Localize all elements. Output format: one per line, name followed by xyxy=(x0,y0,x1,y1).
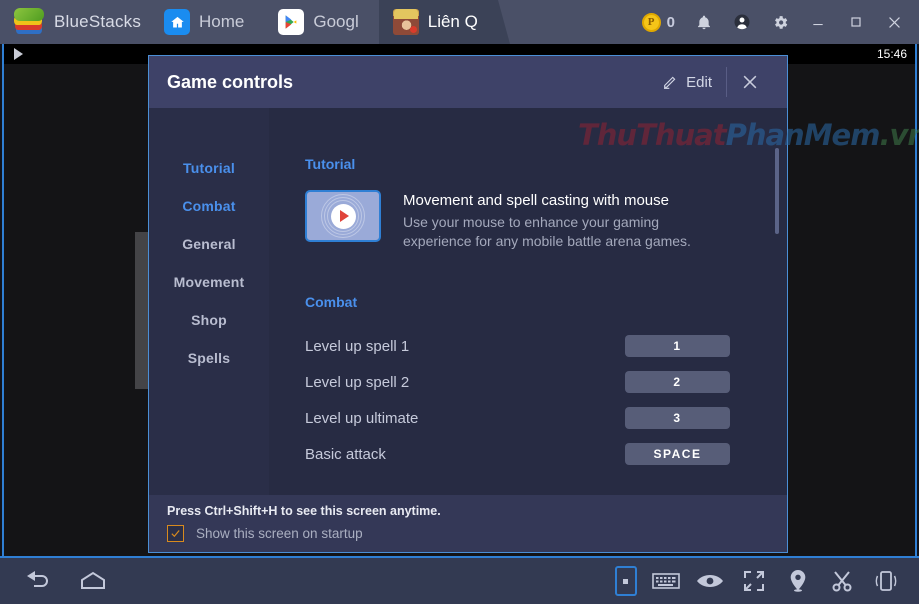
control-row: Level up ultimate 3 xyxy=(305,400,787,436)
keyboard-icon[interactable] xyxy=(651,566,681,596)
bell-icon[interactable] xyxy=(685,0,723,44)
navigation-buttons xyxy=(0,566,108,596)
edit-button-label: Edit xyxy=(686,74,712,91)
minimize-icon[interactable] xyxy=(799,0,837,44)
sidebar-item-general[interactable]: General xyxy=(182,236,236,252)
tab-lien-quan[interactable]: Liên Q xyxy=(379,0,498,44)
play-store-notification-icon xyxy=(14,48,23,60)
fullscreen-icon[interactable] xyxy=(739,566,769,596)
control-label: Level up spell 2 xyxy=(305,374,625,391)
game-thumbnail-icon xyxy=(393,9,419,35)
pencil-icon xyxy=(662,74,678,90)
points-indicator[interactable]: P 0 xyxy=(636,13,685,32)
startup-checkbox-row[interactable]: Show this screen on startup xyxy=(167,525,787,542)
dialog-content: Tutorial Movement and spell casting with… xyxy=(269,108,787,495)
maximize-icon[interactable] xyxy=(837,0,875,44)
sidebar-item-shop[interactable]: Shop xyxy=(191,312,227,328)
tutorial-row: Movement and spell casting with mouse Us… xyxy=(305,190,787,251)
control-label: Level up ultimate xyxy=(305,410,625,427)
brand-area: BlueStacks xyxy=(0,0,150,44)
dialog-close-button[interactable] xyxy=(727,65,773,99)
control-row: Level up spell 2 2 xyxy=(305,364,787,400)
keybind-button[interactable]: SPACE xyxy=(625,443,730,465)
tab-strip: Home Googl Liên Q xyxy=(150,0,498,44)
control-row: Basic attack SPACE xyxy=(305,436,787,472)
coin-count: 0 xyxy=(667,14,675,31)
play-button-icon xyxy=(331,204,356,229)
dialog-header-actions: Edit xyxy=(648,65,773,99)
device-portrait-icon[interactable] xyxy=(615,566,637,596)
tutorial-section-title: Tutorial xyxy=(305,156,787,172)
brand-label: BlueStacks xyxy=(54,12,141,32)
dialog-body: Tutorial Combat General Movement Shop Sp… xyxy=(149,108,787,495)
sidebar-item-combat[interactable]: Combat xyxy=(182,198,235,214)
tab-google-play-label: Googl xyxy=(313,12,358,32)
keybind-button[interactable]: 3 xyxy=(625,407,730,429)
control-label: Level up spell 1 xyxy=(305,338,625,355)
tool-buttons xyxy=(615,566,919,596)
tab-home[interactable]: Home xyxy=(150,0,264,44)
edit-button[interactable]: Edit xyxy=(648,65,726,99)
tab-google-play[interactable]: Googl xyxy=(264,0,378,44)
scrollbar-thumb[interactable] xyxy=(775,148,779,234)
keybind-button[interactable]: 1 xyxy=(625,335,730,357)
combat-section: Combat Level up spell 1 1 Level up spell… xyxy=(305,294,787,472)
sidebar-item-movement[interactable]: Movement xyxy=(174,274,245,290)
google-play-icon xyxy=(278,9,304,35)
window-titlebar: BlueStacks Home Googl xyxy=(0,0,919,44)
combat-section-title: Combat xyxy=(305,294,787,310)
shortcut-hint: Press Ctrl+Shift+H to see this screen an… xyxy=(167,504,787,518)
dialog-title: Game controls xyxy=(167,72,293,93)
game-controls-dialog: Game controls Edit Tutorial Combat Gener… xyxy=(148,55,788,553)
sidebar-item-spells[interactable]: Spells xyxy=(188,350,230,366)
content-scrollbar[interactable] xyxy=(775,108,779,495)
window-controls: P 0 xyxy=(636,0,919,44)
dialog-footer: Press Ctrl+Shift+H to see this screen an… xyxy=(149,495,787,552)
sidebar-item-tutorial[interactable]: Tutorial xyxy=(183,160,235,176)
back-icon[interactable] xyxy=(22,566,52,596)
tutorial-description: Use your mouse to enhance your gaming ex… xyxy=(403,213,693,251)
scissors-icon[interactable] xyxy=(827,566,857,596)
keybind-button[interactable]: 2 xyxy=(625,371,730,393)
startup-checkbox-label: Show this screen on startup xyxy=(196,526,363,541)
location-pin-icon[interactable] xyxy=(783,566,813,596)
tutorial-video-thumbnail[interactable] xyxy=(305,190,381,242)
user-avatar-icon[interactable] xyxy=(723,0,761,44)
dialog-header: Game controls Edit xyxy=(149,56,787,108)
control-label: Basic attack xyxy=(305,446,625,463)
bottom-toolbar xyxy=(0,556,919,604)
close-icon[interactable] xyxy=(875,0,913,44)
tab-lien-quan-label: Liên Q xyxy=(428,12,478,32)
status-time: 15:46 xyxy=(877,47,907,61)
startup-checkbox[interactable] xyxy=(167,525,184,542)
tab-home-label: Home xyxy=(199,12,244,32)
tutorial-text: Movement and spell casting with mouse Us… xyxy=(403,190,693,251)
tutorial-heading: Movement and spell casting with mouse xyxy=(403,192,693,209)
gear-icon[interactable] xyxy=(761,0,799,44)
shake-device-icon[interactable] xyxy=(871,566,901,596)
coin-icon: P xyxy=(642,13,661,32)
bluestacks-logo xyxy=(14,8,44,36)
dialog-sidebar: Tutorial Combat General Movement Shop Sp… xyxy=(149,108,269,495)
home-icon[interactable] xyxy=(78,566,108,596)
eye-icon[interactable] xyxy=(695,566,725,596)
home-icon xyxy=(164,9,190,35)
control-row: Level up spell 1 1 xyxy=(305,328,787,364)
